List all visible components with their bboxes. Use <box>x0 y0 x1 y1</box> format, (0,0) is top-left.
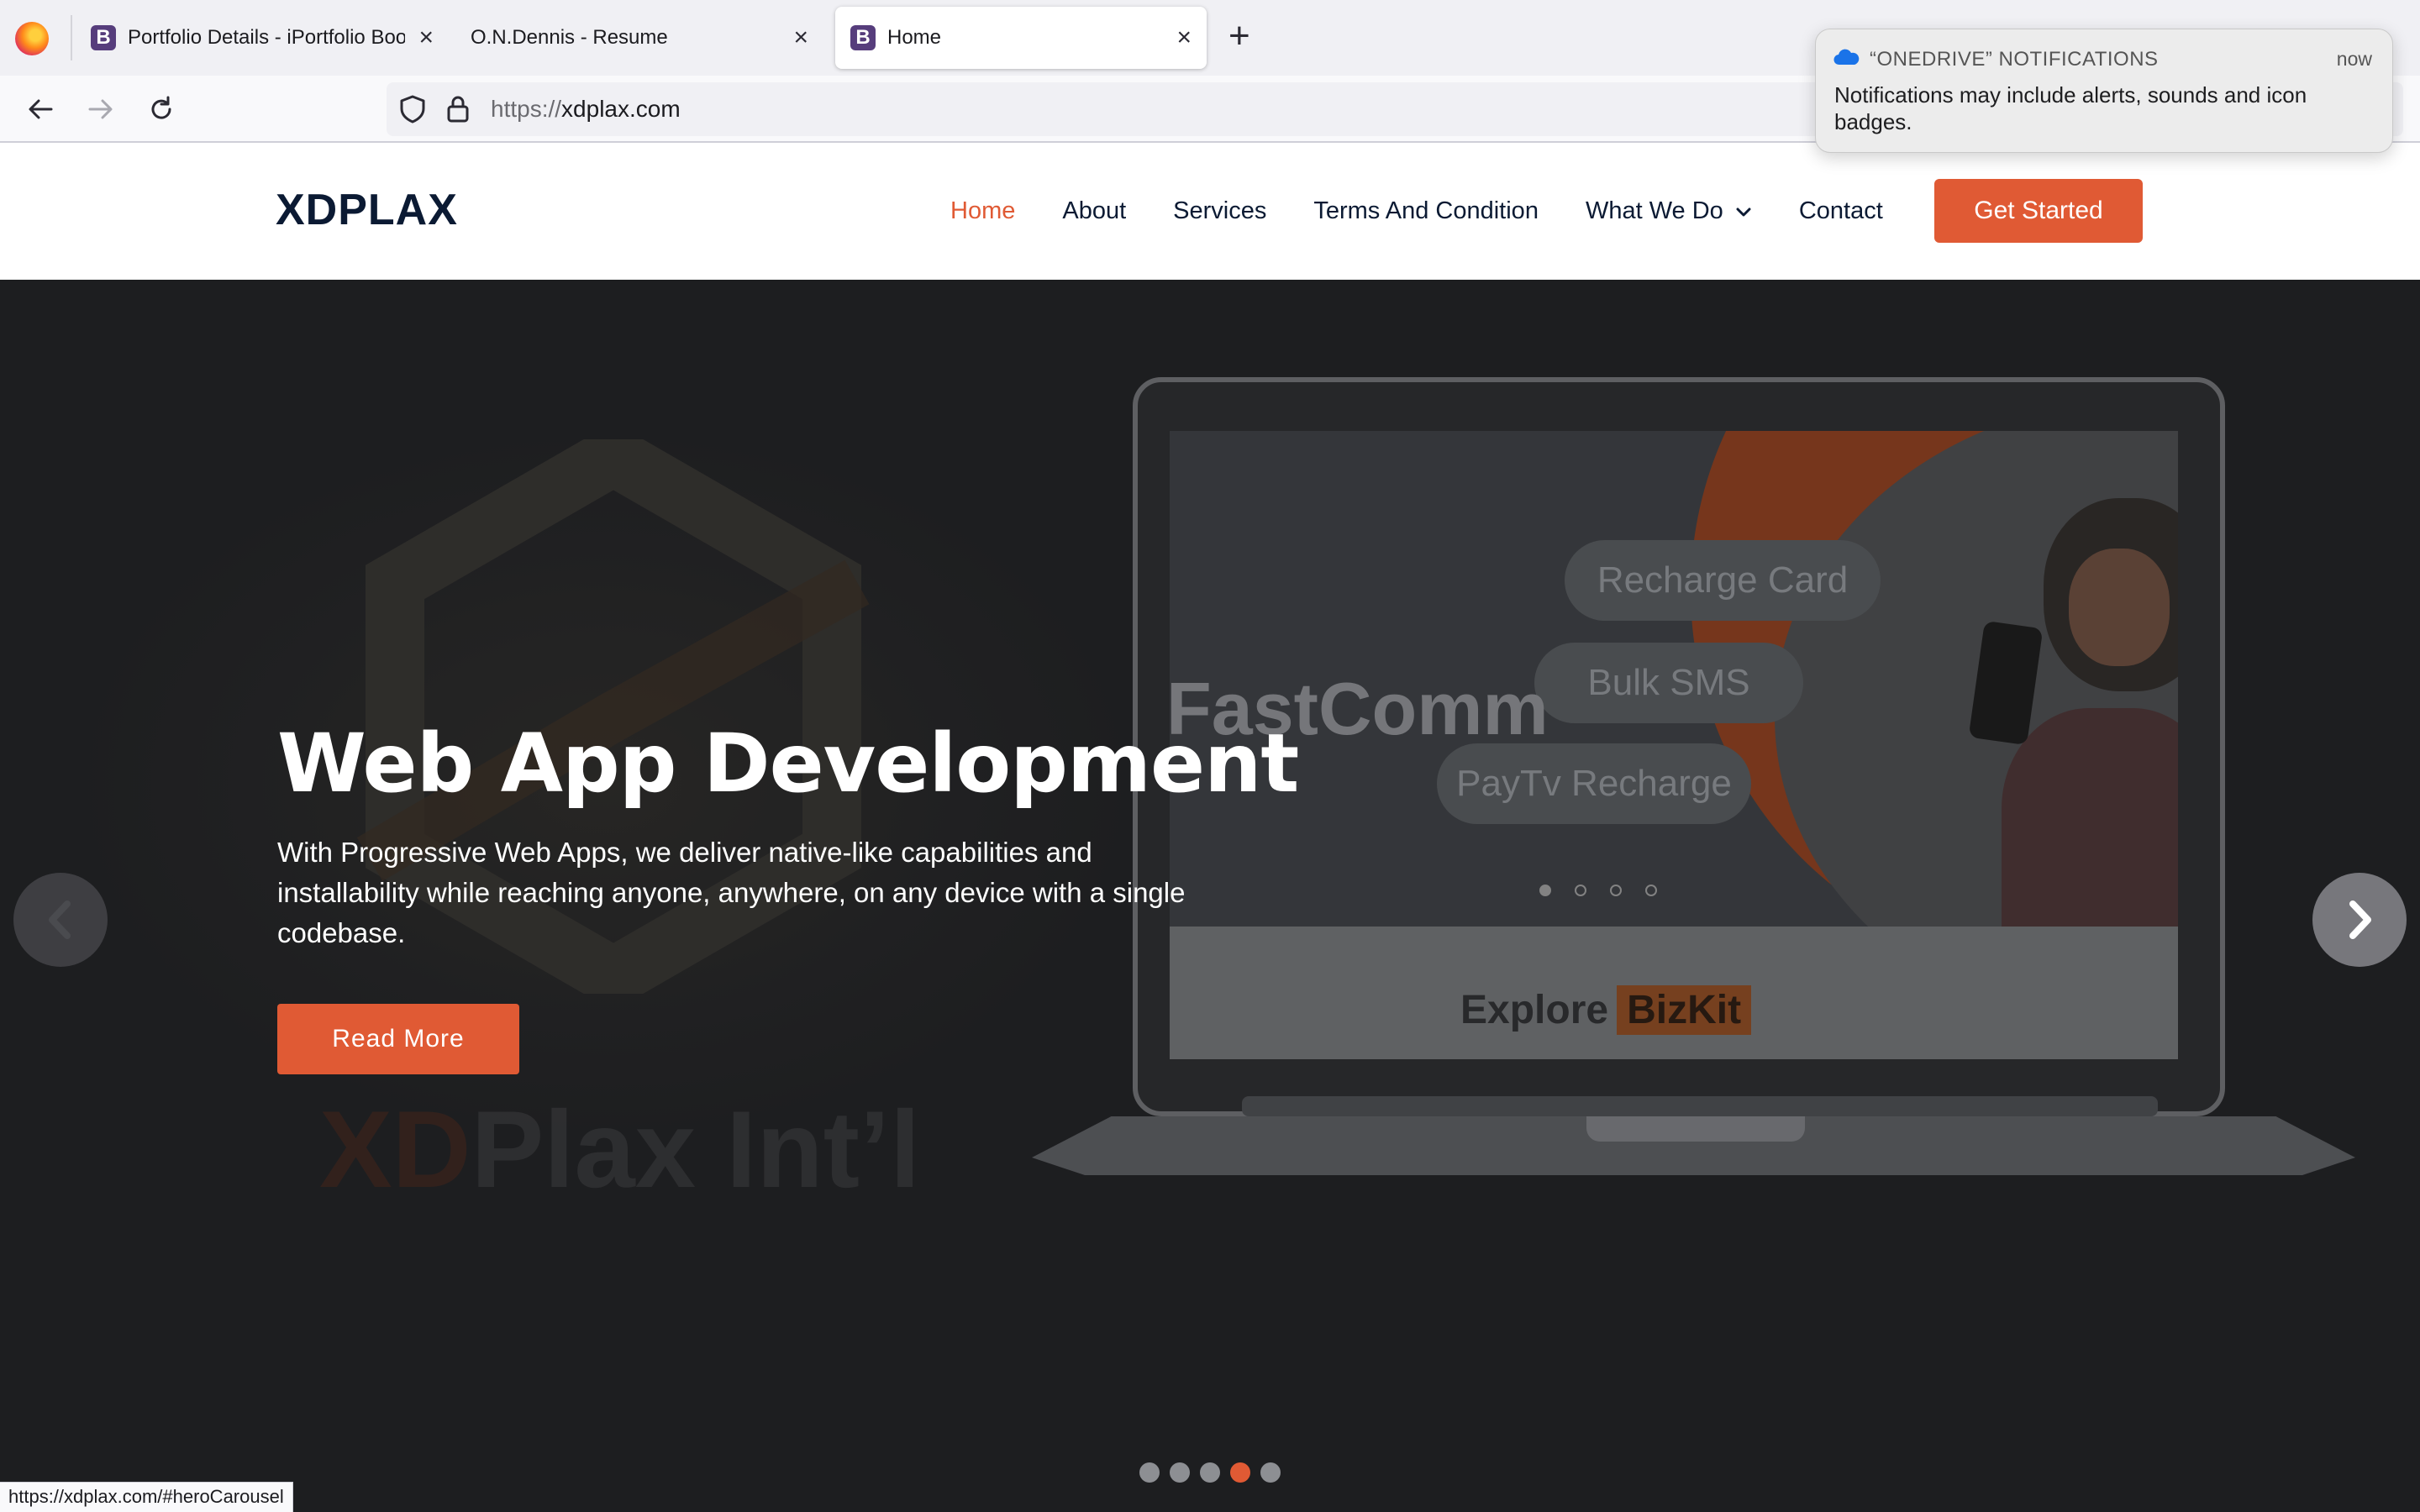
tracking-shield-icon[interactable] <box>398 94 427 129</box>
chevron-right-icon <box>2349 900 2371 939</box>
nav-item-label: What We Do <box>1585 197 1723 224</box>
main-navigation: Home About Services Terms And Condition … <box>950 143 1930 280</box>
tab-separator <box>71 15 72 60</box>
hero-carousel: XDPlax Int’l Recharge Card Bulk SMS PayT… <box>0 280 2420 1512</box>
read-more-button[interactable]: Read More <box>277 1004 519 1074</box>
onedrive-notification[interactable]: “ONEDRIVE” NOTIFICATIONS now Notificatio… <box>1815 29 2393 153</box>
chevron-left-icon <box>49 900 71 939</box>
nav-item-contact[interactable]: Contact <box>1799 197 1883 225</box>
carousel-indicator[interactable] <box>1170 1462 1190 1483</box>
tab-home[interactable]: B Home × <box>835 7 1207 69</box>
chevron-down-icon <box>1735 197 1752 225</box>
bootstrap-favicon-icon: B <box>850 25 876 50</box>
tab-resume[interactable]: O.N.Dennis - Resume × <box>471 7 820 69</box>
site-header: XDPLAX Home About Services Terms And Con… <box>0 143 2420 280</box>
nav-item-about[interactable]: About <box>1062 197 1126 225</box>
carousel-next-button[interactable] <box>2312 873 2407 967</box>
carousel-indicator-active[interactable] <box>1230 1462 1250 1483</box>
notification-body: Notifications may include alerts, sounds… <box>1834 82 2307 134</box>
carousel-indicator[interactable] <box>1260 1462 1281 1483</box>
site-logo[interactable]: XDPLAX <box>276 185 458 235</box>
get-started-button[interactable]: Get Started <box>1934 179 2143 243</box>
close-icon[interactable]: × <box>793 25 808 50</box>
onedrive-cloud-icon <box>1833 48 1860 71</box>
bootstrap-favicon-icon: B <box>91 25 116 50</box>
hero-title: Web App Development <box>277 717 1299 811</box>
tab-title: Portfolio Details - iPortfolio Boo <box>128 26 405 49</box>
nav-item-what-we-do[interactable]: What We Do <box>1586 197 1752 225</box>
forward-arrow-icon[interactable] <box>81 89 121 129</box>
hero-description: With Progressive Web Apps, we deliver na… <box>277 837 1186 948</box>
carousel-indicator[interactable] <box>1200 1462 1220 1483</box>
carousel-indicators <box>1139 1462 1291 1483</box>
new-tab-plus-icon[interactable]: + <box>1228 15 1250 57</box>
tab-portfolio-details[interactable]: B Portfolio Details - iPortfolio Boo × <box>91 7 435 69</box>
nav-item-terms[interactable]: Terms And Condition <box>1313 197 1539 225</box>
tab-title: Home <box>887 26 942 49</box>
link-status-bar: https://xdplax.com/#heroCarousel <box>0 1482 293 1512</box>
tab-title: O.N.Dennis - Resume <box>471 26 668 49</box>
back-arrow-icon[interactable] <box>20 89 60 129</box>
notification-time: now <box>2336 48 2372 70</box>
carousel-prev-button[interactable] <box>13 873 108 967</box>
url-text[interactable]: https://xdplax.com <box>491 96 681 123</box>
close-icon[interactable]: × <box>418 25 434 50</box>
close-icon[interactable]: × <box>1176 25 1192 50</box>
nav-item-services[interactable]: Services <box>1173 197 1266 225</box>
reload-icon[interactable] <box>141 89 182 129</box>
notification-app-name: “ONEDRIVE” NOTIFICATIONS <box>1870 48 2159 71</box>
firefox-logo-icon[interactable] <box>15 22 49 55</box>
nav-item-home[interactable]: Home <box>950 197 1015 225</box>
carousel-indicator[interactable] <box>1139 1462 1160 1483</box>
lock-icon[interactable] <box>445 94 471 129</box>
